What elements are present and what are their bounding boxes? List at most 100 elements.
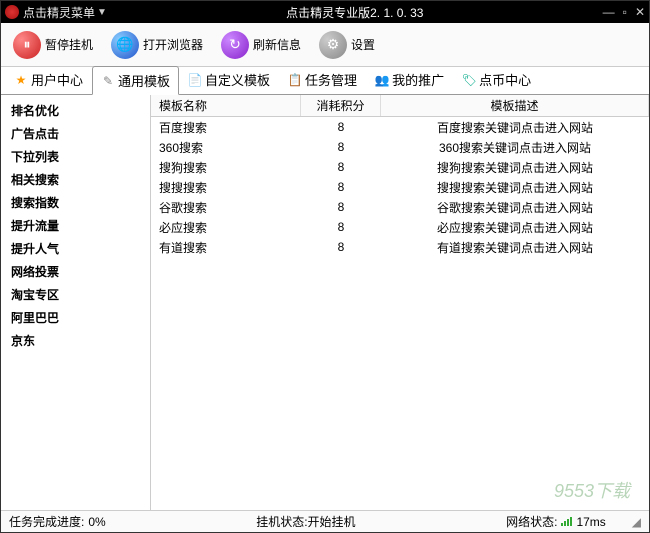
sidebar: 排名优化广告点击下拉列表相关搜索搜索指数提升流量提升人气网络投票淘宝专区阿里巴巴… [1, 95, 151, 510]
promo-icon: 👥 [375, 73, 389, 87]
td-desc: 搜搜搜索关键词点击进入网站 [381, 177, 649, 198]
td-desc: 360搜索关键词点击进入网站 [381, 137, 649, 158]
td-desc: 搜狗搜索关键词点击进入网站 [381, 157, 649, 178]
tab-label: 我的推广 [392, 70, 444, 89]
maximize-button[interactable]: ▫ [623, 5, 627, 19]
tab-4[interactable]: 👥我的推广 [366, 65, 453, 94]
td-cost: 8 [301, 178, 381, 196]
table-row[interactable]: 有道搜索8有道搜索关键词点击进入网站 [151, 237, 649, 257]
table-row[interactable]: 百度搜索8百度搜索关键词点击进入网站 [151, 117, 649, 137]
td-cost: 8 [301, 158, 381, 176]
tab-label: 点币中心 [479, 70, 531, 89]
td-cost: 8 [301, 218, 381, 236]
sidebar-item-1[interactable]: 广告点击 [1, 122, 150, 145]
tab-1[interactable]: ✎通用模板 [92, 66, 179, 95]
tab-3[interactable]: 📋任务管理 [279, 65, 366, 94]
tab-5[interactable]: 🏷点币中心 [453, 65, 540, 94]
sidebar-item-8[interactable]: 淘宝专区 [1, 283, 150, 306]
coin-icon: 🏷 [462, 73, 476, 87]
minimize-button[interactable]: — [603, 5, 615, 19]
app-window: 点击精灵菜单 ▼ 点击精灵专业版2. 1. 0. 33 — ▫ ✕ ⏸ 暂停挂机… [0, 0, 650, 533]
th-name[interactable]: 模板名称 [151, 95, 301, 116]
network-status: 网络状态: 17ms [506, 513, 606, 530]
pause-button[interactable]: ⏸ 暂停挂机 [5, 27, 101, 63]
td-name: 360搜索 [151, 137, 301, 158]
table-body: 百度搜索8百度搜索关键词点击进入网站360搜索8360搜索关键词点击进入网站搜狗… [151, 117, 649, 510]
td-name: 搜搜搜索 [151, 177, 301, 198]
browser-icon: 🌐 [111, 31, 139, 59]
tab-label: 通用模板 [118, 71, 170, 90]
main-panel: 模板名称 消耗积分 模板描述 百度搜索8百度搜索关键词点击进入网站360搜索83… [151, 95, 649, 510]
td-desc: 谷歌搜索关键词点击进入网站 [381, 197, 649, 218]
refresh-button[interactable]: ↻ 刷新信息 [213, 27, 309, 63]
sidebar-item-3[interactable]: 相关搜索 [1, 168, 150, 191]
td-name: 谷歌搜索 [151, 197, 301, 218]
browser-label: 打开浏览器 [143, 36, 203, 53]
chevron-down-icon: ▼ [97, 7, 107, 18]
gear-icon: ⚙ [319, 31, 347, 59]
doc-icon: 📄 [188, 73, 202, 87]
menu-button[interactable]: 点击精灵菜单 [23, 4, 95, 21]
td-desc: 百度搜索关键词点击进入网站 [381, 117, 649, 138]
statusbar: 任务完成进度: 0% 挂机状态:开始挂机 网络状态: 17ms ◢ [1, 510, 649, 532]
settings-label: 设置 [351, 36, 375, 53]
td-desc: 必应搜索关键词点击进入网站 [381, 217, 649, 238]
resize-grip-icon[interactable]: ◢ [632, 515, 641, 529]
table-row[interactable]: 谷歌搜索8谷歌搜索关键词点击进入网站 [151, 197, 649, 217]
progress-value: 0% [88, 515, 105, 529]
table-header: 模板名称 消耗积分 模板描述 [151, 95, 649, 117]
app-icon [5, 5, 19, 19]
titlebar: 点击精灵菜单 ▼ 点击精灵专业版2. 1. 0. 33 — ▫ ✕ [1, 1, 649, 23]
table-row[interactable]: 360搜索8360搜索关键词点击进入网站 [151, 137, 649, 157]
sidebar-item-4[interactable]: 搜索指数 [1, 191, 150, 214]
pause-label: 暂停挂机 [45, 36, 93, 53]
toolbar: ⏸ 暂停挂机 🌐 打开浏览器 ↻ 刷新信息 ⚙ 设置 [1, 23, 649, 67]
sidebar-item-9[interactable]: 阿里巴巴 [1, 306, 150, 329]
network-label: 网络状态: [506, 513, 557, 530]
progress-status: 任务完成进度: 0% [9, 513, 106, 530]
task-icon: 📋 [288, 73, 302, 87]
tab-label: 用户中心 [31, 70, 83, 89]
close-button[interactable]: ✕ [635, 5, 645, 19]
tab-0[interactable]: ★用户中心 [5, 65, 92, 94]
th-cost[interactable]: 消耗积分 [301, 95, 381, 116]
tab-bar: ★用户中心✎通用模板📄自定义模板📋任务管理👥我的推广🏷点币中心 [1, 67, 649, 95]
td-cost: 8 [301, 198, 381, 216]
td-cost: 8 [301, 138, 381, 156]
browser-button[interactable]: 🌐 打开浏览器 [103, 27, 211, 63]
tab-2[interactable]: 📄自定义模板 [179, 65, 279, 94]
td-name: 百度搜索 [151, 117, 301, 138]
run-status-label: 挂机状态:开始挂机 [256, 513, 355, 530]
window-title: 点击精灵专业版2. 1. 0. 33 [107, 4, 603, 21]
signal-icon [561, 517, 572, 526]
td-desc: 有道搜索关键词点击进入网站 [381, 237, 649, 258]
sidebar-item-10[interactable]: 京东 [1, 329, 150, 352]
tab-label: 自定义模板 [205, 70, 270, 89]
refresh-label: 刷新信息 [253, 36, 301, 53]
sidebar-item-5[interactable]: 提升流量 [1, 214, 150, 237]
sidebar-item-6[interactable]: 提升人气 [1, 237, 150, 260]
tab-label: 任务管理 [305, 70, 357, 89]
latency-value: 17ms [576, 515, 605, 529]
settings-button[interactable]: ⚙ 设置 [311, 27, 383, 63]
star-icon: ★ [14, 73, 28, 87]
td-cost: 8 [301, 118, 381, 136]
run-status: 挂机状态:开始挂机 [256, 513, 355, 530]
th-desc[interactable]: 模板描述 [381, 95, 649, 116]
sidebar-item-2[interactable]: 下拉列表 [1, 145, 150, 168]
window-controls: — ▫ ✕ [603, 5, 645, 19]
sidebar-item-7[interactable]: 网络投票 [1, 260, 150, 283]
wand-icon: ✎ [101, 74, 115, 88]
refresh-icon: ↻ [221, 31, 249, 59]
table-row[interactable]: 必应搜索8必应搜索关键词点击进入网站 [151, 217, 649, 237]
td-name: 必应搜索 [151, 217, 301, 238]
sidebar-item-0[interactable]: 排名优化 [1, 99, 150, 122]
progress-label: 任务完成进度: [9, 513, 84, 530]
table-row[interactable]: 搜狗搜索8搜狗搜索关键词点击进入网站 [151, 157, 649, 177]
td-name: 有道搜索 [151, 237, 301, 258]
content-area: 排名优化广告点击下拉列表相关搜索搜索指数提升流量提升人气网络投票淘宝专区阿里巴巴… [1, 95, 649, 510]
table-row[interactable]: 搜搜搜索8搜搜搜索关键词点击进入网站 [151, 177, 649, 197]
td-cost: 8 [301, 238, 381, 256]
pause-icon: ⏸ [13, 31, 41, 59]
td-name: 搜狗搜索 [151, 157, 301, 178]
